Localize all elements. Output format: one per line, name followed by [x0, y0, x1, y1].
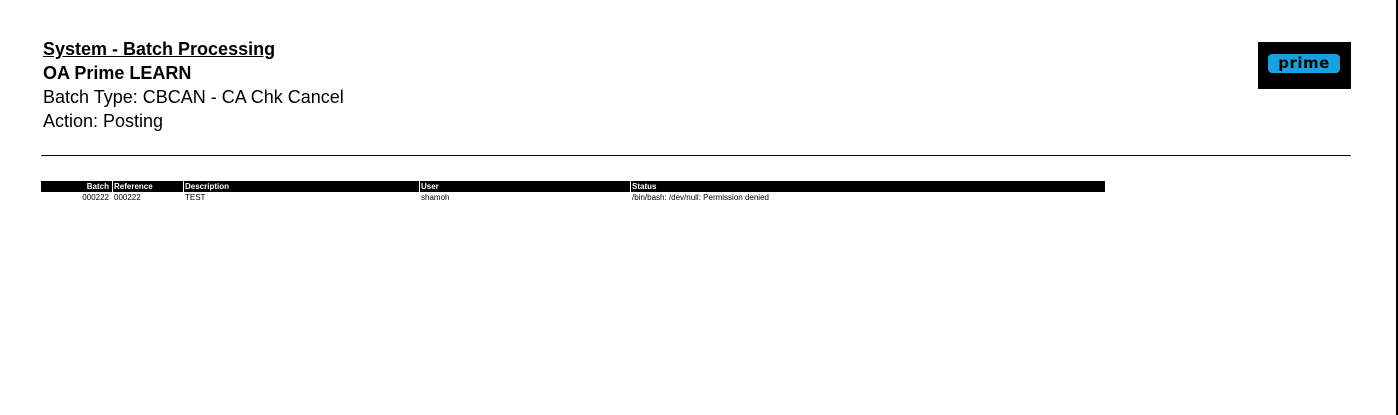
- report-title: System - Batch Processing: [43, 39, 276, 59]
- column-header-reference: Reference: [114, 182, 153, 191]
- table-row: 000222 000222 TEST shamoh /bin/bash: /de…: [41, 192, 1105, 203]
- column-header-description: Description: [185, 182, 230, 191]
- column-separator: [419, 181, 420, 192]
- action-line: Action: Posting: [43, 111, 164, 131]
- column-header-user: User: [421, 182, 439, 191]
- prime-logo-text: prime: [1278, 54, 1330, 72]
- cell-description: TEST: [185, 193, 206, 202]
- prime-logo-badge: prime: [1268, 54, 1340, 73]
- cell-reference: 000222: [114, 193, 141, 202]
- table-header-row: Batch Reference Description User Status: [41, 181, 1105, 192]
- cell-user: shamoh: [421, 193, 450, 202]
- column-header-status: Status: [632, 182, 657, 191]
- cell-status: /bin/bash: /dev/null: Permission denied: [632, 193, 769, 202]
- company-name: OA Prime LEARN: [43, 63, 192, 83]
- column-separator: [112, 181, 113, 192]
- batch-table: Batch Reference Description User Status …: [41, 181, 1105, 203]
- prime-logo: prime: [1258, 42, 1351, 89]
- header-divider: [41, 155, 1351, 156]
- cell-batch: 000222: [82, 193, 109, 202]
- column-header-batch: Batch: [86, 182, 109, 191]
- batch-type-line: Batch Type: CBCAN - CA Chk Cancel: [43, 87, 344, 107]
- column-separator: [630, 181, 631, 192]
- column-separator: [183, 181, 184, 192]
